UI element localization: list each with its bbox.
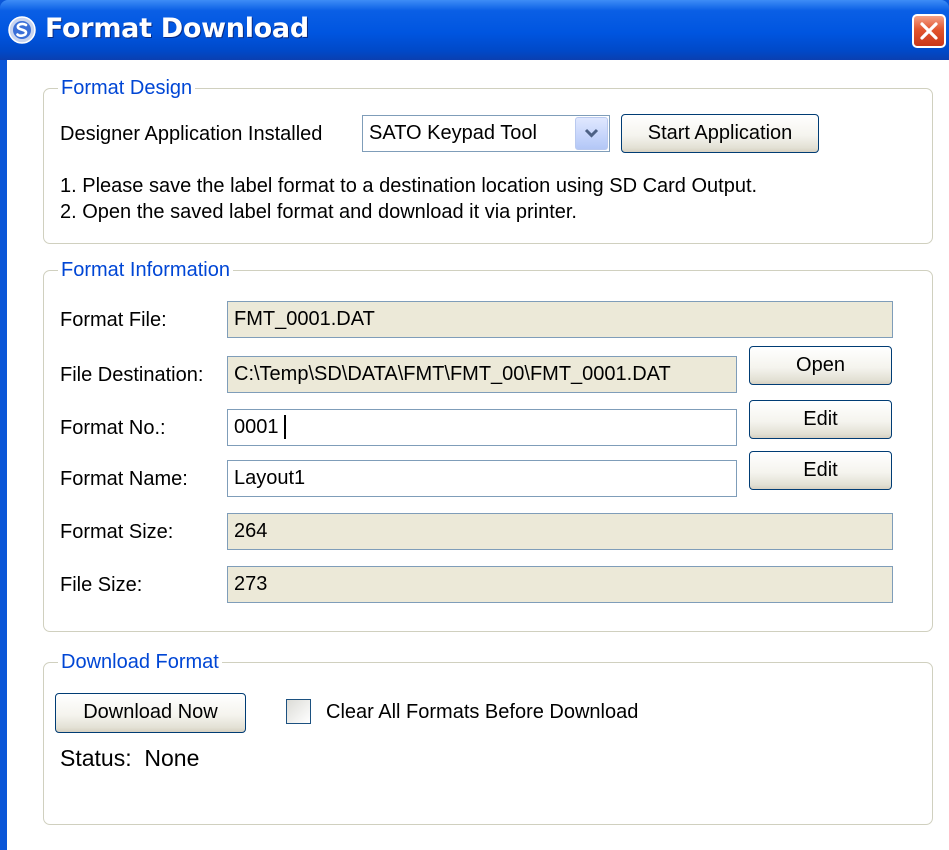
- file-size-field: 273: [227, 566, 893, 603]
- format-size-field: 264: [227, 513, 893, 550]
- format-name-label: Format Name:: [60, 468, 188, 490]
- title-bar[interactable]: Format Download: [0, 0, 949, 60]
- close-button[interactable]: [912, 14, 946, 48]
- download-format-legend: Download Format: [58, 649, 222, 675]
- format-download-window: Format Download Format Design Designer A…: [0, 0, 949, 850]
- file-size-label: File Size:: [60, 574, 143, 596]
- chevron-down-icon: [584, 128, 599, 138]
- format-file-label: Format File:: [60, 309, 167, 331]
- format-name-input[interactable]: Layout1: [227, 460, 737, 497]
- format-no-input[interactable]: 0001: [227, 409, 737, 446]
- close-icon: [920, 22, 938, 40]
- designer-app-select-value: SATO Keypad Tool: [369, 122, 537, 144]
- sato-logo-icon: [8, 16, 36, 44]
- format-name-value: Layout1: [234, 467, 306, 489]
- edit-format-no-button[interactable]: Edit: [749, 400, 892, 439]
- format-no-label: Format No.:: [60, 417, 166, 439]
- download-now-button[interactable]: Download Now: [55, 693, 246, 733]
- designer-app-label: Designer Application Installed: [60, 123, 323, 145]
- clear-formats-label[interactable]: Clear All Formats Before Download: [326, 699, 638, 725]
- download-format-group: Download Format: [43, 649, 933, 825]
- format-design-legend: Format Design: [58, 75, 196, 101]
- designer-app-select[interactable]: SATO Keypad Tool: [362, 115, 610, 152]
- window-title: Format Download: [45, 13, 309, 44]
- dropdown-button[interactable]: [575, 117, 608, 150]
- format-no-value: 0001: [234, 416, 279, 438]
- instruction-1: 1. Please save the label format to a des…: [60, 175, 758, 197]
- format-information-legend: Format Information: [58, 257, 233, 283]
- status-caption: Status:: [60, 745, 132, 771]
- text-caret: [284, 415, 286, 439]
- status-value: None: [144, 745, 200, 771]
- clear-formats-checkbox[interactable]: [286, 699, 311, 724]
- format-file-field: FMT_0001.DAT: [227, 301, 893, 338]
- start-application-button[interactable]: Start Application: [621, 114, 819, 153]
- file-destination-field: C:\Temp\SD\DATA\FMT\FMT_00\FMT_0001.DAT: [227, 356, 737, 393]
- status-label: Status: None: [60, 745, 199, 771]
- file-destination-label: File Destination:: [60, 364, 204, 386]
- instruction-2: 2. Open the saved label format and downl…: [60, 201, 577, 223]
- format-size-label: Format Size:: [60, 521, 174, 543]
- edit-format-name-button[interactable]: Edit: [749, 451, 892, 490]
- dialog-client-area: Format Design Designer Application Insta…: [7, 60, 949, 850]
- open-button[interactable]: Open: [749, 346, 892, 385]
